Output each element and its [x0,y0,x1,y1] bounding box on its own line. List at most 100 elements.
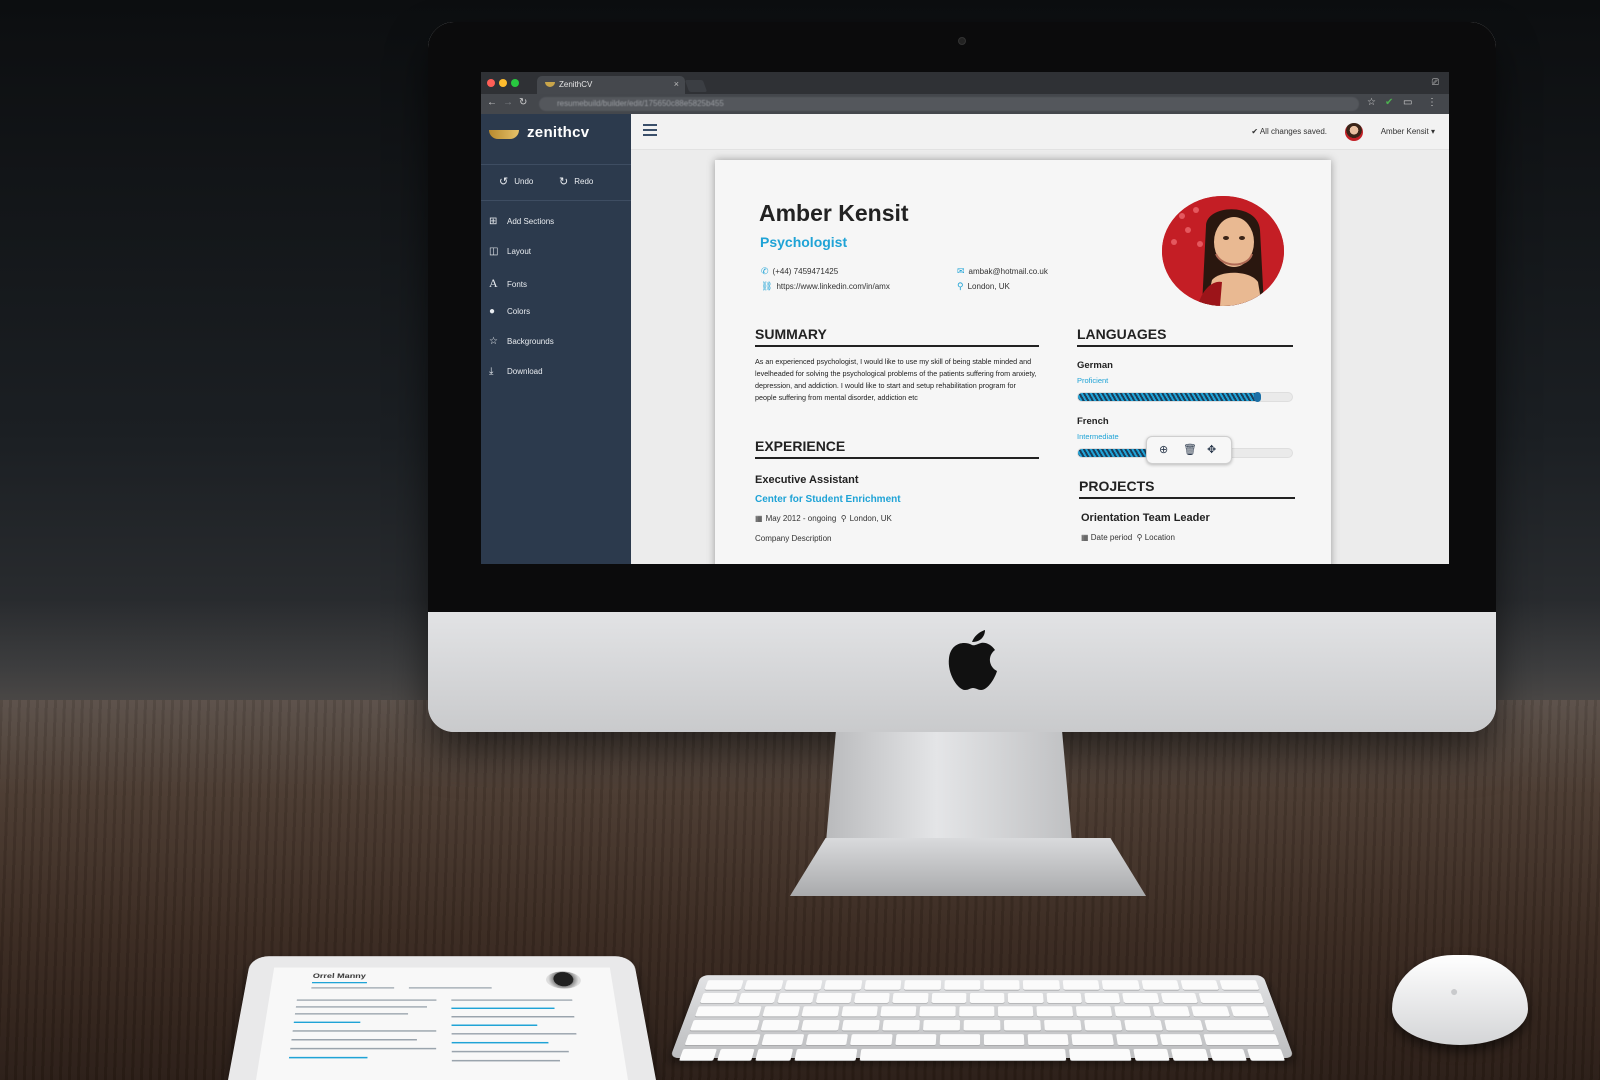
resume-title[interactable]: Psychologist [760,234,847,250]
new-tab-button[interactable] [684,80,708,92]
tab-title: ZenithCV [559,80,593,89]
location-pin-icon: ⚲ [957,281,964,291]
ipad-line [311,987,395,989]
extension-icon[interactable]: ✔ [1385,97,1393,108]
project-meta[interactable]: ▦ Date period ⚲ Location [1081,533,1175,542]
language-level-bar[interactable] [1077,392,1293,402]
redo-button[interactable]: ↻ Redo [559,174,594,188]
slider-knob[interactable] [1253,392,1261,402]
resume-name[interactable]: Amber Kensit [759,200,909,227]
reload-icon[interactable]: ↻ [519,97,527,108]
browser-tab[interactable]: ZenithCV × [537,76,685,94]
layout-icon: ◫ [489,246,499,257]
resume-email[interactable]: ✉ ambak@hotmail.co.uk [957,266,1048,277]
trash-icon[interactable]: 🗑 [1183,443,1197,456]
undo-button[interactable]: ↺ Undo [499,174,534,188]
bookmark-star-icon[interactable]: ☆ [1367,97,1376,108]
job-company[interactable]: Center for Student Enrichment [755,494,901,505]
keyboard [670,975,1294,1061]
sidebar-item-add-sections[interactable]: ⊞ Add Sections [489,216,623,238]
ipad-line [290,1047,437,1050]
menu-kebab-icon[interactable]: ⋮ [1427,97,1437,108]
save-status: ✔ All changes saved. [1251,127,1327,136]
language-name[interactable]: German [1077,360,1113,371]
save-status-text: All changes saved. [1259,127,1327,136]
summary-text[interactable]: As an experienced psychologist, I would … [755,356,1037,404]
ipad-resume-photo [545,971,582,989]
move-icon[interactable]: ✥ [1207,443,1216,456]
sidebar-item-download[interactable]: ⤓ Download [489,366,623,388]
camera-icon [958,37,966,45]
language-level-fill [1078,393,1260,401]
minimize-window-button[interactable] [499,79,507,87]
sidebar-item-fonts[interactable]: A Fonts [489,276,623,298]
ipad-line [451,1015,575,1018]
tab-close-icon[interactable]: × [674,79,679,89]
ipad-line [451,999,573,1001]
ipad-line [291,1038,417,1041]
sidebar: zenithcv ↺ Undo ↻ Redo ⊞ Add Sections ◫ Layo… [481,114,631,564]
projects-heading[interactable]: PROJECTS [1079,478,1154,494]
resume-website[interactable]: ⛓ https://www.linkedin.com/in/amx [761,281,890,292]
zenithcv-logo[interactable]: zenithcv [489,124,629,148]
keyboard-row [695,1006,1269,1017]
user-menu[interactable]: Amber Kensit ▾ [1381,127,1435,136]
resume-location[interactable]: ⚲ London, UK [957,281,1010,292]
language-level[interactable]: Intermediate [1077,432,1119,441]
avatar[interactable] [1345,123,1363,141]
sidebar-item-label: Backgrounds [507,337,554,346]
summary-heading[interactable]: SUMMARY [755,326,827,342]
logo-text: zenithcv [527,124,590,141]
sidebar-item-layout[interactable]: ◫ Layout [489,246,623,268]
keyboard-row [684,1034,1280,1046]
hamburger-menu-icon[interactable] [643,124,657,136]
location-text: London, UK [967,282,1010,291]
user-name: Amber Kensit [1380,127,1429,136]
redo-label: Redo [574,177,594,186]
undo-icon: ↺ [499,176,509,188]
language-name[interactable]: French [1077,416,1109,427]
job-meta[interactable]: ▦ May 2012 - ongoing ⚲ London, UK [755,514,892,523]
ipad-resume-name: Orrel Manny [312,972,367,980]
language-level[interactable]: Proficient [1077,376,1108,385]
ipad-line [451,1033,577,1035]
undo-label: Undo [514,177,534,186]
forward-arrow-icon[interactable]: → [503,97,513,108]
imac-stand-foot [790,838,1146,896]
sidebar-item-colors[interactable]: ● Colors [489,306,623,328]
resume-phone[interactable]: ✆ (+44) 7459471425 [761,266,838,277]
job-location: London, UK [849,514,892,523]
close-window-button[interactable] [487,79,495,87]
sidebar-divider [481,200,631,201]
section-divider [755,345,1039,347]
star-icon: ☆ [489,336,498,347]
experience-heading[interactable]: EXPERIENCE [755,438,845,454]
job-title[interactable]: Executive Assistant [755,474,859,486]
cast-icon[interactable]: ▭ [1403,97,1412,108]
sidebar-item-backgrounds[interactable]: ☆ Backgrounds [489,336,623,358]
job-period: May 2012 - ongoing [765,514,837,523]
back-arrow-icon[interactable]: ← [487,97,497,108]
keyboard-row [679,1048,1285,1061]
address-bar[interactable]: resumebuild/builder/edit/175650c88e5825b… [539,97,1359,111]
profile-photo-image [1162,196,1284,306]
section-divider [1077,345,1293,347]
profile-photo[interactable] [1162,196,1284,306]
redo-icon: ↻ [559,176,569,188]
languages-heading[interactable]: LANGUAGES [1077,326,1166,342]
ipad-line [451,1041,549,1044]
browser-tabbar: ZenithCV × ⎚ [481,72,1449,94]
apple-logo-icon: ● [1450,983,1459,999]
email-icon: ✉ [957,266,965,276]
project-title[interactable]: Orientation Team Leader [1081,512,1210,524]
job-description[interactable]: Company Description [755,534,831,543]
add-item-icon[interactable]: ⊕ [1159,443,1168,456]
browser-toolbar: ← → ↻ resumebuild/builder/edit/175650c88… [481,94,1449,114]
zenithcv-favicon-icon [545,82,555,87]
sidebar-divider [481,164,631,165]
maximize-window-button[interactable] [511,79,519,87]
ipad-line [311,981,367,984]
sidebar-item-label: Download [507,367,543,376]
profile-window-icon[interactable]: ⎚ [1432,77,1439,88]
magic-mouse: ● [1392,955,1528,1045]
